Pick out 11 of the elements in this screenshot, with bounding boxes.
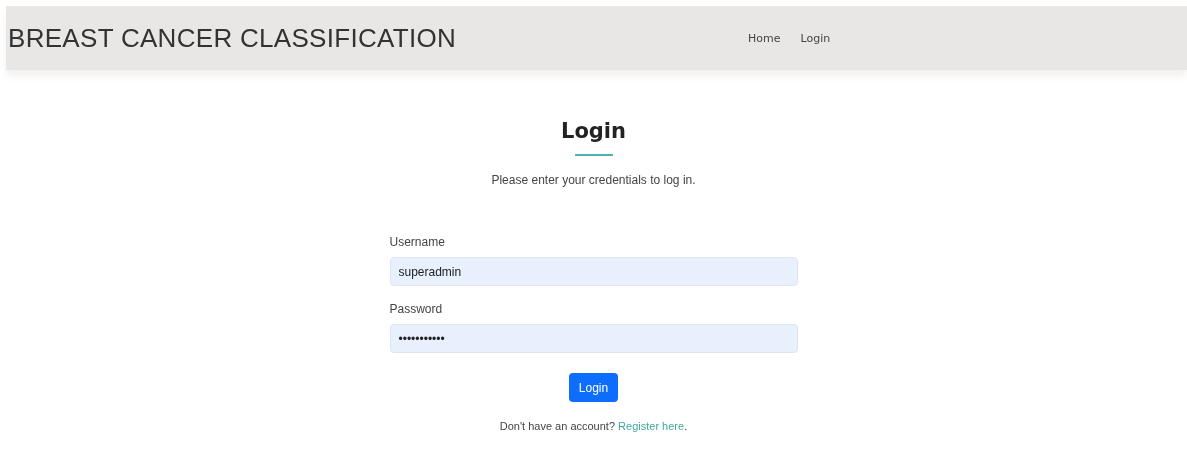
page-heading: Login: [561, 118, 626, 144]
nav-link[interactable]: Login: [800, 31, 831, 45]
subtitle-text: Please enter your credentials to log in.: [491, 173, 696, 187]
site-title: BREAST CANCER CLASSIFICATION: [7, 22, 458, 54]
input-field[interactable]: •••••••••••: [389, 324, 798, 353]
nav-link[interactable]: Home: [748, 31, 781, 45]
field-label: Password: [389, 302, 444, 316]
input-field[interactable]: superadmin: [389, 257, 798, 286]
login-button[interactable]: Login: [568, 373, 619, 402]
field-label: Username: [389, 235, 446, 249]
register-prompt: Don't have an account? Register here.: [499, 420, 688, 432]
